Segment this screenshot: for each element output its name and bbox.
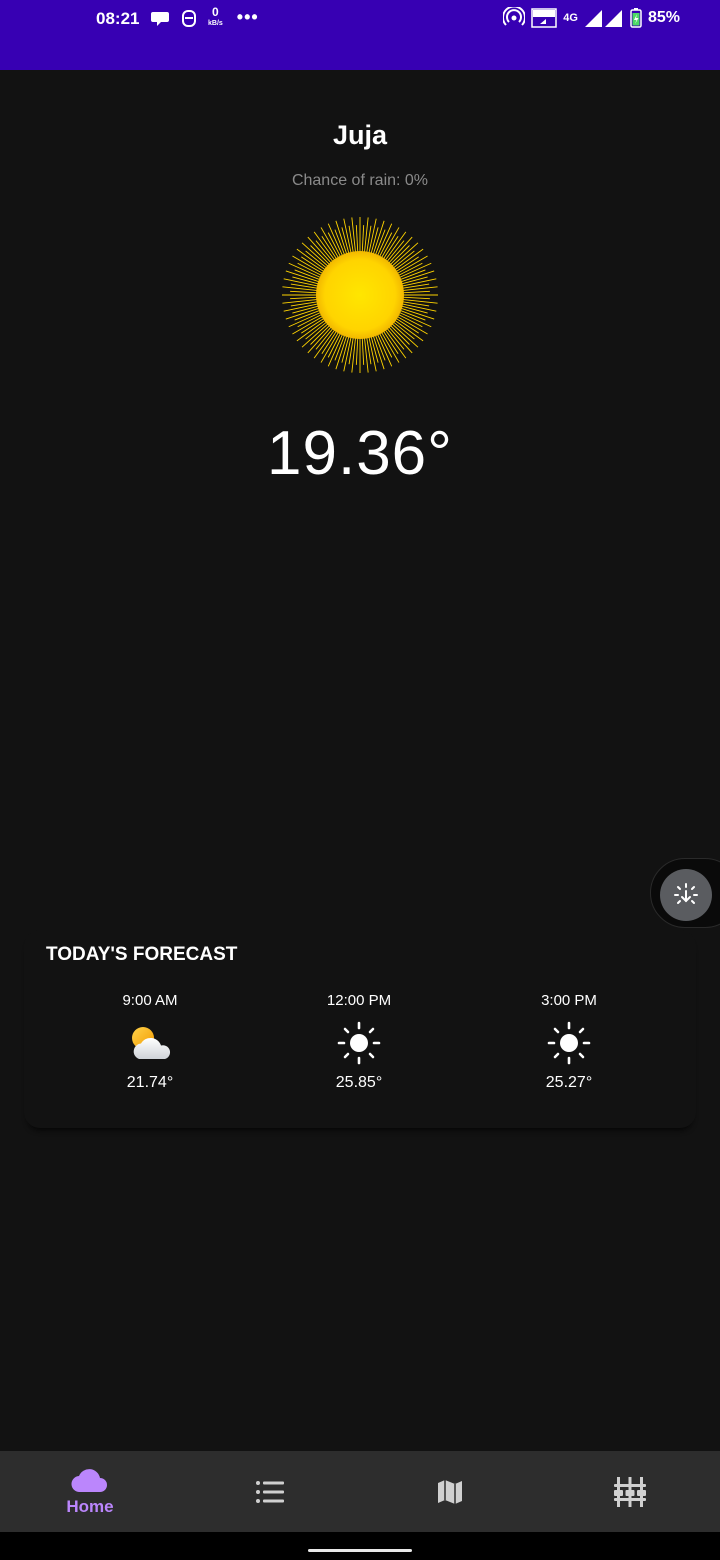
forecast-item-12pm: 12:00 PM 25.85° — [289, 992, 429, 1092]
nav-map[interactable] — [360, 1451, 540, 1532]
city-name: Juja — [332, 120, 388, 150]
nav-home[interactable]: Home — [0, 1451, 180, 1532]
volte-icon — [531, 8, 558, 28]
sun-ray — [377, 330, 393, 358]
data-rate-value: 0 — [212, 4, 219, 19]
sim-icon — [182, 9, 196, 27]
forecast-temp: 25.27° — [545, 1074, 593, 1091]
forecast-time: 9:00 AM — [122, 992, 178, 1009]
chat-bubble-icon — [151, 11, 169, 26]
data-rate-indicator: 0 kB/s — [208, 4, 223, 28]
forecast-item-9am: 9:00 AM 21.74° — [80, 992, 220, 1092]
chance-of-rain: Chance of rain: 0% — [291, 172, 429, 189]
sun-ray — [395, 262, 423, 278]
download-sparkle-icon — [674, 883, 698, 904]
weather-app-screen: 08:21 0 kB/s ••• 4G 85% Juja Chance of r… — [0, 0, 720, 1560]
sun-ray — [399, 296, 430, 300]
more-dots-icon: ••• — [236, 7, 259, 27]
sun-ray — [290, 296, 321, 300]
sun-ray — [395, 312, 423, 328]
map-icon — [438, 1479, 462, 1504]
gesture-area — [0, 1532, 720, 1560]
status-time: 08:21 — [96, 9, 140, 28]
hotspot-icon — [503, 7, 526, 26]
status-right-icons: 4G 85% — [503, 7, 680, 29]
cloud-icon — [71, 1468, 107, 1492]
sun-ray — [327, 330, 343, 358]
sun-ray — [297, 312, 325, 328]
sun-ray — [355, 334, 359, 365]
forecast-time: 3:00 PM — [541, 992, 597, 1009]
nav-list[interactable] — [180, 1451, 360, 1532]
forecast-item-3pm: 3:00 PM 25.27° — [499, 992, 639, 1092]
sun-ray — [399, 290, 430, 294]
bottom-navigation: Home — [0, 1451, 720, 1532]
sun-icon — [282, 217, 438, 373]
sun-ray — [377, 232, 393, 260]
gesture-handle[interactable] — [308, 1549, 412, 1552]
sun-ray — [327, 232, 343, 260]
partly-cloudy-icon — [132, 1027, 171, 1059]
current-temperature: 19.36° — [267, 419, 453, 488]
sun-icon — [337, 1021, 381, 1065]
signal-icon — [584, 10, 622, 27]
sun-ray — [297, 262, 325, 278]
sun-icon — [547, 1021, 591, 1065]
sliders-icon — [614, 1476, 646, 1507]
battery-percent: 85% — [647, 9, 680, 26]
forecast-time: 12:00 PM — [326, 992, 392, 1009]
sun-ray — [290, 290, 321, 294]
floating-side-button[interactable] — [650, 858, 720, 928]
forecast-temp: 21.74° — [126, 1074, 174, 1091]
status-bar: 08:21 0 kB/s ••• 4G 85% — [0, 0, 720, 70]
sun-ray — [355, 225, 359, 256]
status-left-icons: 0 kB/s ••• — [150, 4, 259, 28]
list-icon — [256, 1480, 284, 1503]
forecast-temp: 25.85° — [335, 1074, 383, 1091]
nav-home-label: Home — [66, 1496, 114, 1516]
side-button-circle[interactable] — [660, 869, 712, 921]
forecast-title: TODAY'S FORECAST — [46, 944, 238, 965]
nav-settings[interactable] — [540, 1451, 720, 1532]
sun-ray — [361, 225, 365, 256]
battery-icon — [630, 8, 642, 28]
network-type: 4G — [563, 12, 578, 24]
data-rate-unit: kB/s — [208, 19, 223, 27]
sun-ray — [361, 334, 365, 365]
